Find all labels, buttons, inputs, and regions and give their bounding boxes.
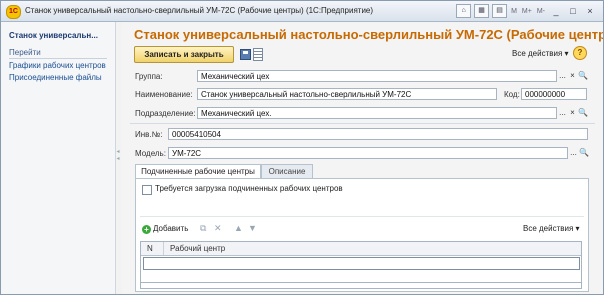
copy-icon[interactable]: ⧉: [200, 223, 206, 234]
sidebar-item-attached-files[interactable]: Присоединенные файлы: [9, 73, 102, 82]
department-field[interactable]: Механический цех.: [197, 107, 557, 119]
navigation-panel: Станок универсальн... Перейти Графики ра…: [1, 22, 116, 294]
app-window: 1С Станок универсальный настольно-сверли…: [0, 0, 604, 295]
group-clear-icon[interactable]: ×: [568, 70, 577, 82]
require-loading-checkbox[interactable]: [142, 185, 152, 195]
delete-icon[interactable]: ✕: [214, 223, 222, 234]
window-title: Станок универсальный настольно-сверлильн…: [25, 6, 374, 15]
form-divider: [130, 123, 595, 124]
help-icon[interactable]: ?: [573, 46, 587, 60]
memory-minus-button[interactable]: M-: [536, 8, 546, 15]
department-search-icon[interactable]: 🔍: [578, 107, 588, 119]
group-field[interactable]: Механический цех: [197, 70, 557, 82]
code-field[interactable]: 000000000: [521, 88, 587, 100]
model-select-button[interactable]: ...: [569, 147, 578, 159]
table-row[interactable]: [143, 257, 580, 270]
name-label: Наименование:: [135, 90, 193, 99]
panel-splitter-handle[interactable]: ◂ ◂: [115, 149, 121, 163]
sidebar-title[interactable]: Станок универсальн...: [9, 31, 98, 40]
form-area: Станок универсальный настольно-сверлильн…: [122, 22, 603, 294]
table-footer-line: [141, 282, 581, 283]
model-label: Модель:: [135, 149, 166, 158]
move-down-icon[interactable]: ▼: [248, 223, 257, 233]
group-label: Группа:: [135, 72, 163, 81]
minimize-icon[interactable]: _: [549, 5, 563, 17]
tab-description[interactable]: Описание: [261, 164, 313, 179]
add-button[interactable]: Добавить: [153, 224, 188, 233]
column-header-n[interactable]: N: [147, 244, 153, 253]
page-title: Станок универсальный настольно-сверлильн…: [134, 27, 604, 42]
inventory-field[interactable]: 00005410504: [168, 128, 588, 140]
sidebar-section-goto: Перейти: [9, 48, 107, 59]
memory-plus-button[interactable]: M+: [521, 8, 533, 15]
code-label: Код:: [504, 90, 520, 99]
name-field[interactable]: Станок универсальный настольно-сверлильн…: [197, 88, 497, 100]
save-and-close-button[interactable]: Записать и закрыть: [134, 46, 234, 63]
move-up-icon[interactable]: ▲: [234, 223, 243, 233]
column-header-work-center[interactable]: Рабочий центр: [170, 244, 225, 253]
department-clear-icon[interactable]: ×: [568, 107, 577, 119]
inventory-label: Инв.№:: [135, 130, 163, 139]
table-header: N Рабочий центр: [141, 242, 581, 256]
work-centers-table[interactable]: N Рабочий центр: [140, 241, 582, 289]
model-search-icon[interactable]: 🔍: [579, 147, 589, 159]
app-logo-icon: 1С: [6, 5, 21, 19]
all-actions-menu[interactable]: Все действия ▾: [512, 49, 569, 58]
title-bar: 1С Станок универсальный настольно-сверли…: [1, 1, 603, 22]
title-bar-tools: ⌂ ▦ ▤ M M+ M- _ □ ×: [456, 4, 597, 18]
save-icon[interactable]: [240, 49, 251, 60]
group-select-button[interactable]: ...: [558, 70, 567, 82]
department-label: Подразделение:: [135, 109, 196, 118]
close-icon[interactable]: ×: [583, 5, 597, 17]
table-all-actions-menu[interactable]: Все действия ▾: [523, 224, 580, 233]
sidebar-item-schedules[interactable]: Графики рабочих центров: [9, 61, 106, 70]
tab-subordinate-centers[interactable]: Подчиненные рабочие центры: [135, 164, 261, 179]
maximize-icon[interactable]: □: [566, 5, 580, 17]
calendar-icon[interactable]: ▦: [474, 4, 490, 18]
calculator-icon[interactable]: ▤: [492, 4, 508, 18]
panel-divider: [140, 216, 584, 217]
group-search-icon[interactable]: 🔍: [578, 70, 588, 82]
add-icon[interactable]: +: [142, 225, 151, 234]
home-icon[interactable]: ⌂: [456, 4, 472, 18]
require-loading-label[interactable]: Требуется загрузка подчиненных рабочих ц…: [155, 184, 343, 193]
column-divider: [163, 242, 164, 255]
department-select-button[interactable]: ...: [558, 107, 567, 119]
memory-m-button[interactable]: M: [510, 8, 518, 15]
model-field[interactable]: УМ-72С: [168, 147, 568, 159]
tab-panel: Требуется загрузка подчиненных рабочих ц…: [135, 178, 589, 292]
report-icon[interactable]: [253, 48, 263, 61]
